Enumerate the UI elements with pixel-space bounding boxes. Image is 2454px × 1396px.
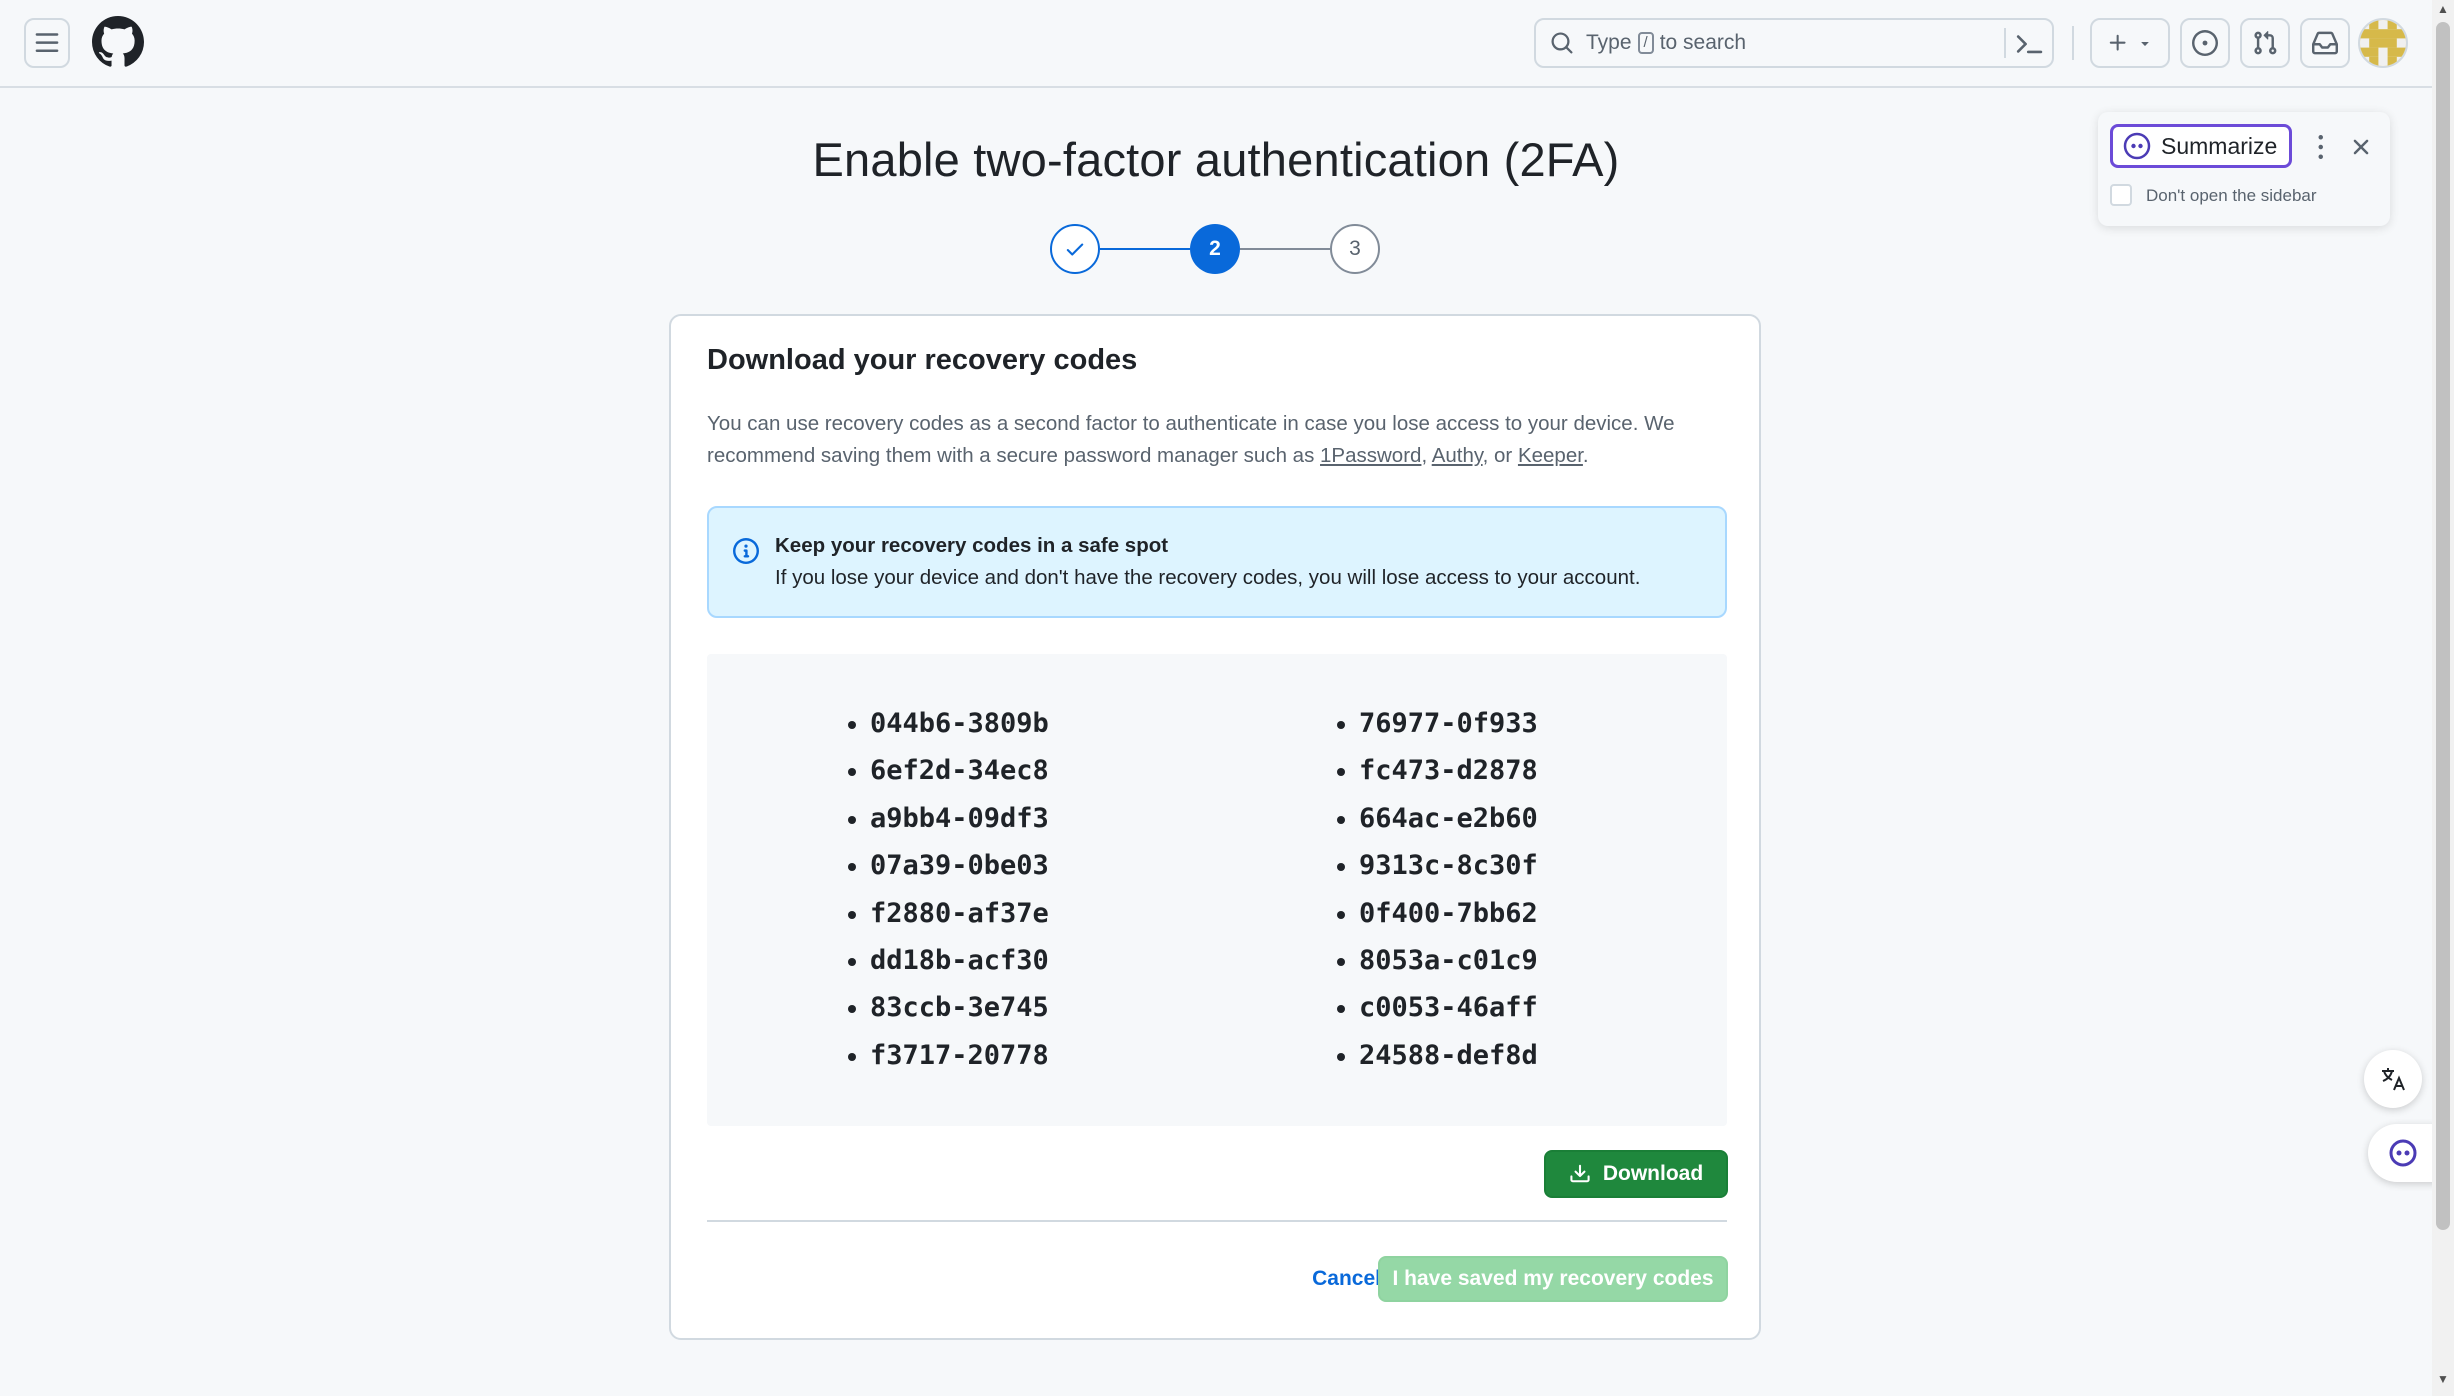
flash-title: Keep your recovery codes in a safe spot	[775, 534, 1169, 557]
translate-icon	[2382, 1068, 2405, 1091]
recovery-code: fc473-d2878	[1337, 747, 1538, 794]
saved-codes-button[interactable]: I have saved my recovery codes	[1378, 1256, 1728, 1302]
recovery-code: f3717-20778	[848, 1032, 1049, 1079]
summarize-label: Summarize	[2161, 132, 2278, 159]
inbox-button[interactable]	[2300, 18, 2350, 68]
stepper-connector-pending	[1240, 248, 1330, 250]
recovery-code: 0f400-7bb62	[1337, 890, 1538, 937]
link-1password[interactable]: 1Password	[1320, 444, 1421, 467]
recovery-codes-card: Download your recovery codes You can use…	[669, 314, 1761, 1340]
search-divider	[2004, 28, 2006, 58]
dont-open-sidebar-label: Don't open the sidebar	[2146, 186, 2317, 205]
link-keeper[interactable]: Keeper	[1518, 444, 1583, 467]
header-divider	[2072, 26, 2074, 60]
description-end: .	[1582, 444, 1589, 467]
recovery-codes-box: 044b6-3809b 6ef2d-34ec8 a9bb4-09df3 07a3…	[707, 654, 1727, 1126]
pull-requests-button[interactable]	[2240, 18, 2290, 68]
recovery-code: 664ac-e2b60	[1337, 795, 1538, 842]
recovery-code: 6ef2d-34ec8	[848, 747, 1049, 794]
check-icon	[1066, 243, 1084, 256]
card-divider	[707, 1220, 1727, 1222]
triangle-down-icon	[2141, 42, 2149, 46]
link-authy[interactable]: Authy	[1432, 444, 1483, 467]
inbox-icon	[2312, 31, 2338, 55]
recovery-code: dd18b-acf30	[848, 937, 1049, 984]
scrollbar-thumb[interactable]	[2436, 22, 2450, 1230]
identicon-icon	[2360, 20, 2406, 66]
recovery-code: 9313c-8c30f	[1337, 842, 1538, 889]
info-icon	[733, 538, 759, 564]
recovery-codes-right-column: 76977-0f933 fc473-d2878 664ac-e2b60 9313…	[1337, 700, 1538, 1079]
create-new-button[interactable]	[2090, 18, 2170, 68]
download-button[interactable]: Download	[1544, 1150, 1728, 1198]
cancel-button[interactable]: Cancel	[1271, 1256, 1381, 1302]
summarize-popup: Summarize Don't open the sidebar	[2098, 112, 2390, 226]
recovery-code: 07a39-0be03	[848, 842, 1049, 889]
more-options-icon[interactable]	[2308, 132, 2332, 162]
menu-icon	[35, 33, 59, 52]
recovery-code: 83ccb-3e745	[848, 984, 1049, 1031]
flash-body: If you lose your device and don't have t…	[775, 566, 1641, 589]
dont-open-sidebar-checkbox[interactable]	[2110, 184, 2132, 206]
summarize-button[interactable]: Summarize	[2110, 124, 2292, 168]
user-avatar[interactable]	[2358, 18, 2408, 68]
recovery-code: f2880-af37e	[848, 890, 1049, 937]
search-icon	[1551, 32, 1573, 54]
search-placeholder-prefix: Type	[1586, 31, 1632, 54]
command-palette-icon[interactable]	[2016, 30, 2044, 58]
info-flash: Keep your recovery codes in a safe spot …	[707, 506, 1727, 618]
github-logo-icon[interactable]	[92, 16, 144, 68]
scroll-up-arrow-icon[interactable]: ▲	[2436, 2, 2450, 16]
page-title: Enable two-factor authentication (2FA)	[812, 133, 1620, 186]
search-shortcut-key: /	[1637, 32, 1654, 54]
description-separator-2: , or	[1482, 444, 1518, 467]
assistant-bot-icon	[2389, 1139, 2417, 1167]
issue-opened-icon	[2192, 30, 2218, 56]
card-description: You can use recovery codes as a second f…	[707, 408, 1727, 472]
search-input[interactable]: Type / to search	[1534, 18, 2054, 68]
description-separator-1: ,	[1421, 444, 1432, 467]
recovery-code: 24588-def8d	[1337, 1032, 1538, 1079]
recovery-code: 044b6-3809b	[848, 700, 1049, 747]
download-label: Download	[1602, 1162, 1704, 1185]
issues-button[interactable]	[2180, 18, 2230, 68]
close-icon[interactable]	[2348, 134, 2374, 160]
stepper-connector-complete	[1100, 248, 1190, 250]
card-heading: Download your recovery codes	[707, 344, 1138, 376]
hamburger-menu-button[interactable]	[24, 18, 70, 68]
plus-icon	[2109, 34, 2126, 51]
assistant-bot-icon	[2123, 132, 2151, 160]
recovery-codes-left-column: 044b6-3809b 6ef2d-34ec8 a9bb4-09df3 07a3…	[848, 700, 1049, 1079]
top-header: Type / to search	[0, 0, 2432, 88]
assistant-floating-button[interactable]	[2368, 1124, 2438, 1182]
git-pull-request-icon	[2254, 30, 2277, 55]
recovery-code: a9bb4-09df3	[848, 795, 1049, 842]
scroll-down-arrow-icon[interactable]: ▼	[2436, 1372, 2450, 1386]
recovery-code: 76977-0f933	[1337, 700, 1538, 747]
download-icon	[1570, 1164, 1590, 1183]
translate-button[interactable]	[2364, 1050, 2422, 1108]
recovery-code: 8053a-c01c9	[1337, 937, 1538, 984]
step-1-complete	[1050, 224, 1100, 274]
search-placeholder-suffix: to search	[1659, 31, 1747, 54]
step-3-pending: 3	[1330, 224, 1380, 274]
recovery-code: c0053-46aff	[1337, 984, 1538, 1031]
step-2-current: 2	[1190, 224, 1240, 274]
